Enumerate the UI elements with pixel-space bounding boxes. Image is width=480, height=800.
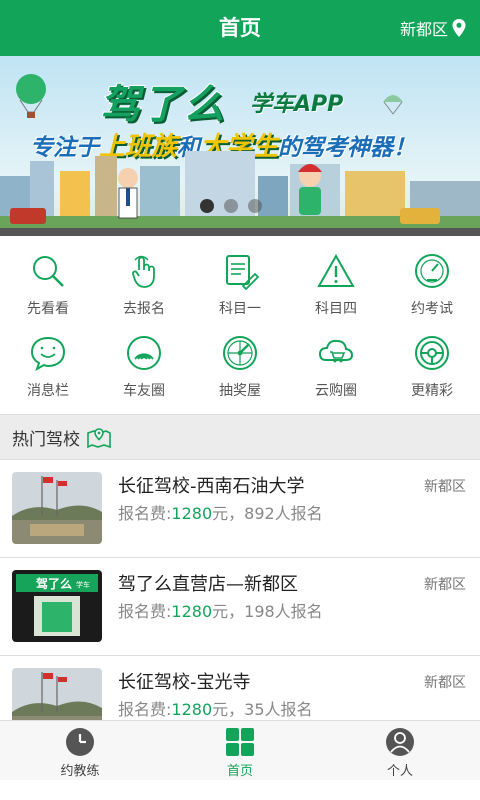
school-meta: 报名费:1280元，198人报名 — [118, 598, 323, 622]
menu-item-2[interactable]: 去报名 — [96, 236, 192, 318]
menu-item-label: 车友圈 — [123, 383, 165, 399]
pager-dot[interactable] — [248, 199, 262, 213]
tab-3[interactable]: 个人 — [320, 721, 480, 781]
school-area: 新都区 — [424, 675, 466, 691]
fee-unit: 元， — [212, 602, 245, 621]
promo-banner[interactable]: 驾了么 学车APP 专注于上班族和大学生的驾考神器！ — [0, 56, 480, 236]
tab-label: 个人 — [386, 764, 413, 779]
school-area: 新都区 — [424, 479, 466, 495]
school-area: 新都区 — [424, 577, 466, 593]
parachute-icon — [383, 95, 403, 115]
app-root: 首页 新都区 驾了么 学车APP 专注于上班族和大学生的驾考神器！ 先看看 去报… — [0, 0, 480, 800]
city-skyline-illustration — [0, 151, 480, 236]
map-pin-icon — [87, 428, 111, 449]
school-name: 长征驾校-宝光寺 — [118, 672, 251, 693]
menu-item-label: 先看看 — [27, 301, 69, 317]
menu-item-label: 去报名 — [123, 301, 165, 317]
document-pen-icon — [221, 252, 260, 291]
menu-item-label: 约考试 — [411, 301, 453, 317]
city-selector[interactable]: 新都区 — [400, 0, 466, 56]
menu-item-7[interactable]: 车友圈 — [96, 318, 192, 400]
menu-item-6[interactable]: 消息栏 — [0, 318, 96, 400]
school-list: 长征驾校-西南石油大学 新都区 报名费:1280元，892人报名 驾了么 学车 驾了么直营… — [0, 460, 480, 720]
menu-item-label: 抽奖屋 — [219, 383, 261, 399]
menu-item-9[interactable]: 云购圈 — [288, 318, 384, 400]
menu-item-4[interactable]: 科目四 — [288, 236, 384, 318]
school-thumbnail — [12, 668, 102, 720]
fee-value: 1280 — [171, 602, 213, 621]
menu-item-3[interactable]: 科目一 — [192, 236, 288, 318]
gauge-icon — [413, 252, 451, 290]
school-thumbnail: 驾了么 学车 — [12, 570, 102, 642]
tab-label: 首页 — [226, 764, 253, 779]
fee-unit: 元， — [212, 504, 245, 523]
school-thumbnail — [12, 472, 102, 544]
warning-triangle-icon — [317, 252, 355, 290]
cloud-cart-icon — [317, 334, 355, 372]
banner-pager — [200, 199, 262, 213]
signal-rings-icon — [125, 334, 163, 372]
steering-wheel-icon — [413, 334, 451, 372]
school-name: 长征驾校-西南石油大学 — [118, 476, 305, 497]
section-title: 热门驾校 — [12, 429, 80, 450]
menu-item-10[interactable]: 更精彩 — [384, 318, 480, 400]
bottom-spacer — [0, 780, 480, 800]
tab-2[interactable]: 首页 — [160, 721, 320, 781]
school-meta: 报名费:1280元，892人报名 — [118, 500, 323, 524]
menu-item-1[interactable]: 先看看 — [0, 236, 96, 318]
banner-brand: 驾了么 — [99, 81, 226, 129]
signup-count: 892人报名 — [244, 504, 323, 523]
city-label: 新都区 — [399, 20, 448, 39]
menu-item-5[interactable]: 约考试 — [384, 236, 480, 318]
clock-icon — [66, 728, 94, 756]
school-list-item[interactable]: 长征驾校-宝光寺 新都区报名费:1280元，35人报名 — [0, 656, 480, 720]
tab-1[interactable]: 约教练 — [0, 721, 160, 781]
grid-home-icon — [226, 728, 254, 756]
tab-label: 约教练 — [60, 764, 100, 779]
svg-text:学车: 学车 — [76, 580, 90, 589]
school-name: 驾了么直营店—新都区 — [118, 574, 298, 595]
school-meta: 报名费:1280元，35人报名 — [118, 696, 313, 720]
feature-grid: 先看看 去报名 科目一 科目四 约考试消息栏 车友圈 抽奖屋 云购圈 更精彩 — [0, 236, 480, 412]
balloon-icon — [16, 74, 46, 118]
bottom-tab-bar: 约教练 首页 个人 — [0, 720, 480, 780]
fee-value: 1280 — [171, 700, 213, 719]
school-list-item[interactable]: 驾了么 学车 驾了么直营店—新都区 新都区 报名费:1280元，198人报名 — [0, 558, 480, 656]
location-pin-icon — [452, 19, 466, 37]
menu-item-label: 消息栏 — [27, 383, 69, 399]
pager-dot[interactable] — [200, 199, 214, 213]
top-bar: 首页 新都区 — [0, 0, 480, 56]
menu-item-label: 云购圈 — [315, 383, 357, 399]
menu-item-8[interactable]: 抽奖屋 — [192, 318, 288, 400]
menu-item-label: 更精彩 — [411, 383, 453, 399]
pager-dot[interactable] — [224, 199, 238, 213]
signup-count: 35人报名 — [244, 700, 313, 719]
fee-label: 报名费: — [118, 504, 172, 523]
fee-value: 1280 — [171, 504, 213, 523]
fee-label: 报名费: — [118, 700, 172, 719]
person-icon — [386, 728, 414, 756]
banner-brand-sub: 学车APP — [250, 92, 344, 117]
fee-label: 报名费: — [118, 602, 172, 621]
menu-item-label: 科目四 — [315, 301, 357, 317]
fee-unit: 元， — [212, 700, 245, 719]
menu-item-label: 科目一 — [219, 301, 261, 317]
svg-text:驾了么: 驾了么 — [35, 576, 72, 591]
signup-count: 198人报名 — [244, 602, 323, 621]
lottery-wheel-icon — [221, 334, 259, 372]
tap-hand-icon — [125, 252, 163, 290]
magnifier-icon — [29, 252, 67, 290]
school-list-item[interactable]: 长征驾校-西南石油大学 新都区报名费:1280元，892人报名 — [0, 460, 480, 558]
hot-schools-header: 热门驾校 — [0, 414, 480, 460]
chat-smile-icon — [29, 334, 67, 372]
